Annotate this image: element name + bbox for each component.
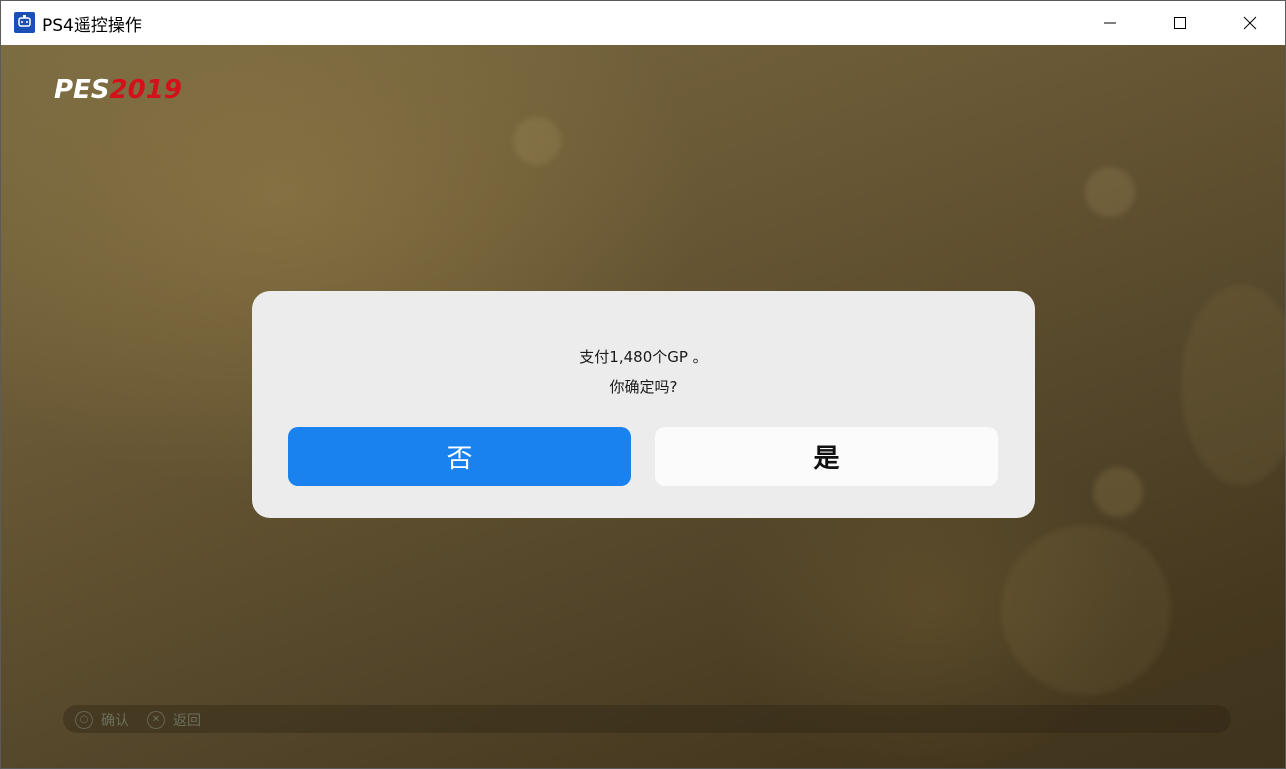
controller-hint-bar (63, 705, 1231, 733)
window-title: PS4遥控操作 (42, 16, 142, 36)
remote-play-window: PS4遥控操作 PES2019 ○ 确认 ✕ 返回 支付1,480个GP 。 你… (0, 0, 1286, 769)
circle-button-icon: ○ (75, 711, 93, 729)
back-hint-label: 返回 (173, 713, 201, 729)
background-bokeh (1085, 167, 1135, 217)
pes2019-logo: PES2019 (54, 75, 182, 105)
maximize-icon (1174, 17, 1186, 29)
game-stream-view[interactable]: PES2019 ○ 确认 ✕ 返回 支付1,480个GP 。 你确定吗? 否 是 (1, 45, 1285, 768)
confirm-hint-label: 确认 (101, 713, 129, 729)
logo-pes-text: PES (54, 75, 110, 105)
logo-year-text: 2019 (109, 75, 182, 105)
yes-button[interactable]: 是 (655, 427, 998, 486)
close-icon (1243, 16, 1257, 30)
cross-button-icon: ✕ (147, 711, 165, 729)
ps4-remote-play-icon (14, 12, 35, 33)
background-bokeh (1001, 525, 1171, 695)
back-hint: ✕ 返回 (147, 710, 201, 730)
confirm-purchase-dialog: 支付1,480个GP 。 你确定吗? 否 是 (252, 291, 1035, 518)
background-bokeh (513, 117, 561, 165)
background-bokeh (1093, 467, 1143, 517)
minimize-button[interactable] (1075, 1, 1145, 45)
maximize-button[interactable] (1145, 1, 1215, 45)
no-button[interactable]: 否 (288, 427, 631, 486)
minimize-icon (1104, 22, 1116, 24)
title-bar: PS4遥控操作 (1, 1, 1285, 45)
confirm-hint: ○ 确认 (75, 710, 129, 730)
dialog-message-cost: 支付1,480个GP 。 (579, 348, 708, 366)
dialog-message-question: 你确定吗? (609, 378, 678, 396)
close-button[interactable] (1215, 1, 1285, 45)
background-bokeh (1181, 285, 1285, 485)
